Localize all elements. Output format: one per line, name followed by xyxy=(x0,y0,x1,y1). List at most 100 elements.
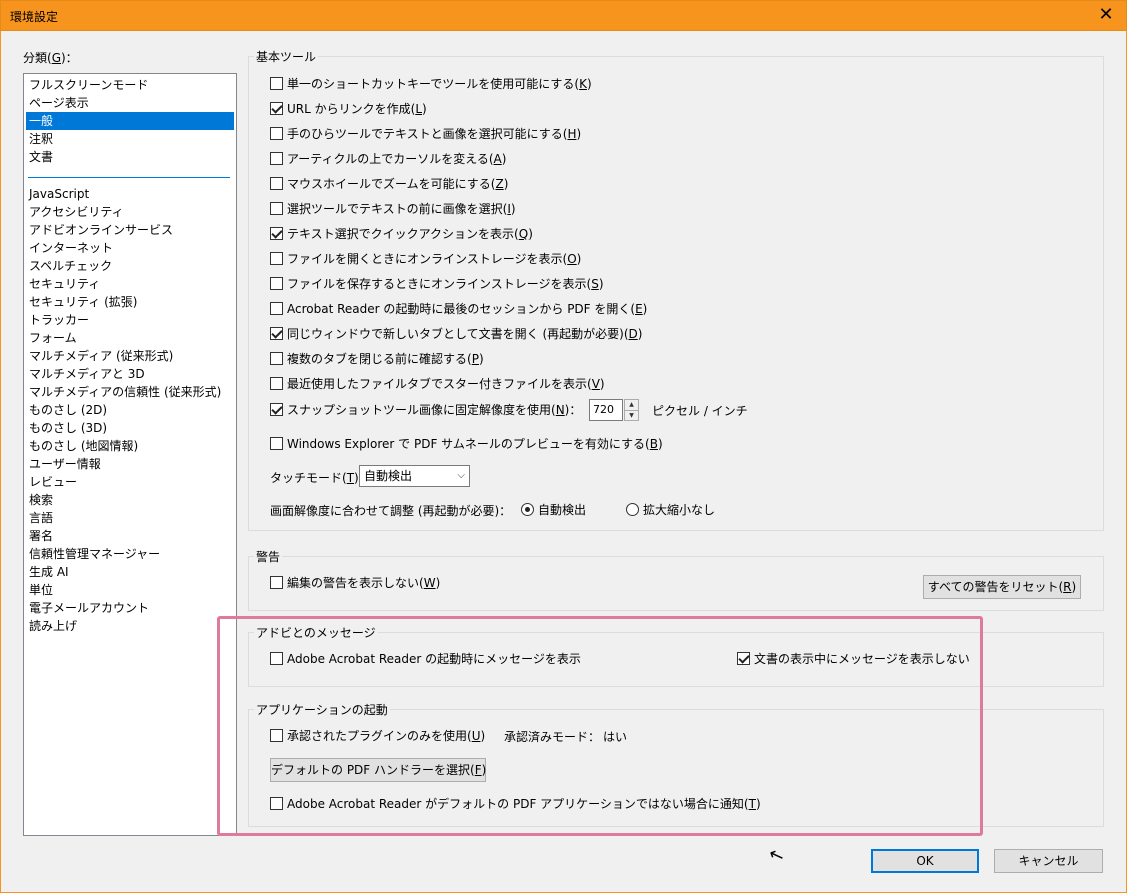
certified-plugins-checkbox-row[interactable]: 承認されたプラグインのみを使用(U) xyxy=(270,728,485,744)
ok-button[interactable]: OK xyxy=(871,849,979,873)
startup-messages-checkbox-row[interactable]: Adobe Acrobat Reader の起動時にメッセージを表示 xyxy=(270,651,581,667)
basic-option-checkbox-row[interactable]: 手のひらツールでテキストと画像を選択可能にする(H) xyxy=(270,126,581,142)
resolution-none-radio[interactable] xyxy=(626,503,639,516)
category-item[interactable]: 信頼性管理マネージャー xyxy=(26,545,234,563)
category-item[interactable]: ページ表示 xyxy=(26,94,234,112)
touch-mode-label: タッチモード(T)： xyxy=(270,471,371,485)
basic-option-checkbox[interactable] xyxy=(270,302,283,315)
basic-option-checkbox-row[interactable]: 選択ツールでテキストの前に画像を選択(I) xyxy=(270,201,516,217)
category-item[interactable]: マルチメディア (従来形式) xyxy=(26,347,234,365)
basic-option-checkbox[interactable] xyxy=(270,377,283,390)
basic-option-checkbox-row[interactable]: 同じウィンドウで新しいタブとして文書を開く (再起動が必要)(D) xyxy=(270,326,642,342)
basic-option-checkbox-row[interactable]: Acrobat Reader の起動時に最後のセッションから PDF を開く(E… xyxy=(270,301,647,317)
resolution-none-radio-row[interactable]: 拡大縮小なし xyxy=(626,502,715,518)
app-startup-title: アプリケーションの起動 xyxy=(254,701,390,718)
category-item[interactable]: アクセシビリティ xyxy=(26,203,234,221)
category-item[interactable]: マルチメディアの信頼性 (従来形式) xyxy=(26,383,234,401)
snapshot-resolution-checkbox[interactable] xyxy=(270,403,283,416)
explorer-preview-checkbox[interactable] xyxy=(270,437,283,450)
category-item[interactable]: JavaScript xyxy=(26,185,234,203)
snapshot-resolution-input[interactable]: 720 xyxy=(589,399,623,421)
basic-option-checkbox-row[interactable]: ファイルを開くときにオンラインストレージを表示(O) xyxy=(270,251,581,267)
basic-option-checkbox[interactable] xyxy=(270,352,283,365)
basic-option-checkbox-row[interactable]: URL からリンクを作成(L) xyxy=(270,101,427,117)
spin-up-icon[interactable]: ▲ xyxy=(625,400,638,410)
basic-option-checkbox[interactable] xyxy=(270,227,283,240)
category-item[interactable]: ものさし (3D) xyxy=(26,419,234,437)
category-item[interactable]: セキュリティ (拡張) xyxy=(26,293,234,311)
certified-mode-label: 承認済みモード： xyxy=(504,730,601,744)
chevron-down-icon: ⌵ xyxy=(457,470,465,481)
category-item[interactable]: セキュリティ xyxy=(26,275,234,293)
resolution-scaling-label: 画面解像度に合わせて調整 (再起動が必要)： xyxy=(270,504,512,518)
basic-option-checkbox-row[interactable]: 複数のタブを閉じる前に確認する(P) xyxy=(270,351,484,367)
basic-option-checkbox[interactable] xyxy=(270,177,283,190)
category-item[interactable]: 単位 xyxy=(26,581,234,599)
basic-option-checkbox[interactable] xyxy=(270,252,283,265)
viewing-messages-checkbox[interactable] xyxy=(737,652,750,665)
basic-option-checkbox[interactable] xyxy=(270,102,283,115)
explorer-preview-checkbox-row[interactable]: Windows Explorer で PDF サムネールのプレビューを有効にする… xyxy=(270,436,663,452)
category-item[interactable]: フォーム xyxy=(26,329,234,347)
startup-messages-checkbox[interactable] xyxy=(270,652,283,665)
certified-mode-value: はい xyxy=(603,730,628,744)
default-app-notify-checkbox[interactable] xyxy=(270,797,283,810)
category-item[interactable]: フルスクリーンモード xyxy=(26,76,234,94)
category-item[interactable]: ものさし (2D) xyxy=(26,401,234,419)
window-title: 環境設定 xyxy=(10,10,59,24)
edit-warning-checkbox[interactable] xyxy=(270,576,283,589)
warnings-title: 警告 xyxy=(254,548,283,565)
category-item[interactable]: 検索 xyxy=(26,491,234,509)
category-item[interactable]: マルチメディアと 3D xyxy=(26,365,234,383)
category-divider xyxy=(28,177,230,178)
certified-plugins-checkbox[interactable] xyxy=(270,729,283,742)
edit-warning-checkbox-row[interactable]: 編集の警告を表示しない(W) xyxy=(270,575,440,591)
category-item[interactable]: 署名 xyxy=(26,527,234,545)
category-item[interactable]: ユーザー情報 xyxy=(26,455,234,473)
basic-tools-title: 基本ツール xyxy=(254,48,319,65)
category-item[interactable]: ものさし (地図情報) xyxy=(26,437,234,455)
snapshot-resolution-spinner[interactable]: ▲ ▼ xyxy=(624,399,639,421)
basic-option-checkbox-row[interactable]: アーティクルの上でカーソルを変える(A) xyxy=(270,151,506,167)
viewing-messages-checkbox-row[interactable]: 文書の表示中にメッセージを表示しない xyxy=(737,651,970,667)
basic-option-checkbox[interactable] xyxy=(270,127,283,140)
basic-option-checkbox[interactable] xyxy=(270,277,283,290)
category-item[interactable]: 一般 xyxy=(26,112,234,130)
basic-option-checkbox-row[interactable]: マウスホイールでズームを可能にする(Z) xyxy=(270,176,508,192)
category-item[interactable]: 言語 xyxy=(26,509,234,527)
category-item[interactable]: アドビオンラインサービス xyxy=(26,221,234,239)
default-pdf-handler-button[interactable]: デフォルトの PDF ハンドラーを選択(F) xyxy=(270,758,486,782)
mouse-cursor-icon: ↖ xyxy=(765,843,788,868)
category-item[interactable]: 注釈 xyxy=(26,130,234,148)
basic-option-checkbox-row[interactable]: 単一のショートカットキーでツールを使用可能にする(K) xyxy=(270,76,592,92)
spin-down-icon[interactable]: ▼ xyxy=(625,410,638,420)
basic-option-checkbox[interactable] xyxy=(270,152,283,165)
basic-option-checkbox[interactable] xyxy=(270,77,283,90)
category-item[interactable]: スペルチェック xyxy=(26,257,234,275)
category-item[interactable]: レビュー xyxy=(26,473,234,491)
reset-warnings-button[interactable]: すべての警告をリセット(R) xyxy=(923,575,1081,599)
snapshot-resolution-unit: ピクセル / インチ xyxy=(652,404,748,418)
cancel-button[interactable]: キャンセル xyxy=(994,849,1103,873)
title-bar: 環境設定 ✕ xyxy=(0,0,1127,31)
basic-option-checkbox[interactable] xyxy=(270,327,283,340)
category-item[interactable]: インターネット xyxy=(26,239,234,257)
close-icon[interactable]: ✕ xyxy=(1096,4,1116,26)
snapshot-resolution-checkbox-row[interactable]: スナップショットツール画像に固定解像度を使用(N)： xyxy=(270,402,581,418)
category-label: 分類(G)： xyxy=(23,51,78,65)
basic-option-checkbox-row[interactable]: ファイルを保存するときにオンラインストレージを表示(S) xyxy=(270,276,604,292)
resolution-auto-radio[interactable] xyxy=(521,503,534,516)
basic-option-checkbox[interactable] xyxy=(270,202,283,215)
default-app-notify-checkbox-row[interactable]: Adobe Acrobat Reader がデフォルトの PDF アプリケーショ… xyxy=(270,796,761,812)
category-item[interactable]: トラッカー xyxy=(26,311,234,329)
basic-option-checkbox-row[interactable]: 最近使用したファイルタブでスター付きファイルを表示(V) xyxy=(270,376,605,392)
category-item[interactable]: 文書 xyxy=(26,148,234,166)
category-item[interactable]: 読み上げ xyxy=(26,617,234,635)
touch-mode-select[interactable]: 自動検出 ⌵ xyxy=(359,465,470,487)
category-item[interactable]: 電子メールアカウント xyxy=(26,599,234,617)
category-list[interactable]: フルスクリーンモード ページ表示 一般 注釈 文書 JavaScript アクセシビリティア… xyxy=(23,73,237,836)
messages-title: アドビとのメッセージ xyxy=(254,624,378,641)
category-item[interactable]: 生成 AI xyxy=(26,563,234,581)
resolution-auto-radio-row[interactable]: 自動検出 xyxy=(521,502,586,518)
basic-option-checkbox-row[interactable]: テキスト選択でクイックアクションを表示(Q) xyxy=(270,226,533,242)
